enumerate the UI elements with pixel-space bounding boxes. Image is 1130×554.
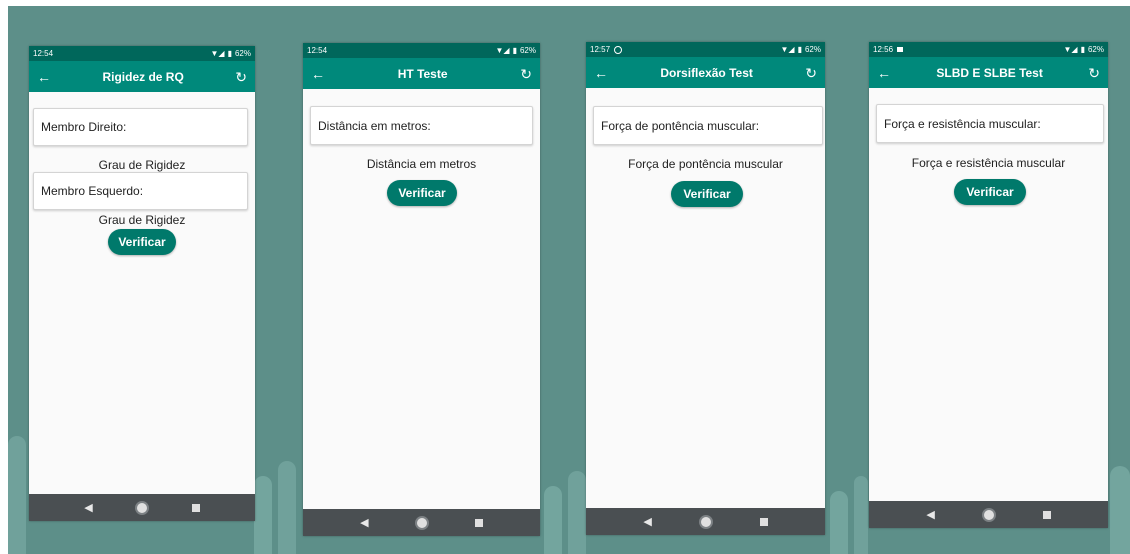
membro-direito-field[interactable]: Membro Direito: [33, 108, 248, 146]
slide-background: 12:54 ▼◢ ▮ 62% ← Rigidez de RQ ↻ Membro … [8, 6, 1130, 554]
back-triangle-icon[interactable]: ◀ [926, 508, 934, 521]
screen-title: SLBD E SLBE Test [936, 65, 1043, 80]
bg-decoration [568, 471, 586, 554]
signal-icon: ▼◢ [210, 49, 225, 58]
back-triangle-icon[interactable]: ◀ [84, 501, 92, 514]
bg-decoration [830, 491, 848, 554]
refresh-icon[interactable]: ↻ [235, 70, 247, 84]
status-bar: 12:54 ▼◢ ▮ 62% [29, 46, 255, 61]
signal-icon: ▼◢ [495, 46, 510, 55]
field-label: Distância em metros: [318, 118, 431, 133]
battery-percent: 62% [519, 46, 536, 55]
whatsapp-icon [614, 45, 623, 54]
phone-screen-3: 12:57 ▼◢ ▮ 62% ← Dorsiflexão Test ↻ Forç… [586, 42, 825, 535]
bg-decoration [278, 461, 296, 554]
signal-icon: ▼◢ [780, 45, 795, 54]
android-nav-bar: ◀ [29, 494, 255, 521]
verificar-button[interactable]: Verificar [954, 179, 1026, 205]
home-circle-icon[interactable] [414, 515, 429, 530]
bg-decoration [544, 486, 562, 554]
screen-title: HT Teste [397, 66, 448, 81]
field-label: Força e resistência muscular: [884, 116, 1041, 131]
status-time: 12:56 [873, 45, 894, 54]
field-caption: Força e resistência muscular [911, 156, 1066, 170]
verificar-button[interactable]: Verificar [387, 180, 457, 206]
status-bar: 12:57 ▼◢ ▮ 62% [586, 42, 825, 57]
home-circle-icon[interactable] [135, 500, 150, 515]
recents-square-icon[interactable] [191, 503, 200, 512]
refresh-icon[interactable]: ↻ [805, 66, 817, 80]
verificar-button[interactable]: Verificar [108, 229, 176, 255]
refresh-icon[interactable]: ↻ [520, 67, 532, 81]
forca-resistencia-field[interactable]: Força e resistência muscular: [876, 104, 1104, 143]
battery-percent: 62% [804, 45, 821, 54]
back-triangle-icon[interactable]: ◀ [643, 515, 651, 528]
recents-square-icon[interactable] [474, 518, 483, 527]
screen-title: Rigidez de RQ [102, 69, 184, 84]
battery-icon: ▮ [1080, 45, 1085, 54]
app-bar: ← HT Teste ↻ [303, 58, 540, 89]
forca-potencia-field[interactable]: Força de pontência muscular: [593, 106, 823, 145]
battery-percent: 62% [1087, 45, 1104, 54]
battery-percent: 62% [234, 49, 251, 58]
status-time: 12:54 [307, 46, 328, 55]
arrow-left-icon[interactable]: ← [311, 67, 325, 81]
home-circle-icon[interactable] [698, 514, 713, 529]
home-circle-icon[interactable] [981, 507, 996, 522]
refresh-icon[interactable]: ↻ [1088, 66, 1100, 80]
screen-title: Dorsiflexão Test [660, 65, 753, 80]
battery-icon: ▮ [512, 46, 517, 55]
arrow-left-icon[interactable]: ← [594, 66, 608, 80]
app-bar: ← SLBD E SLBE Test ↻ [869, 57, 1108, 88]
back-triangle-icon[interactable]: ◀ [360, 516, 368, 529]
bg-decoration [854, 476, 868, 554]
field-caption: Grau de Rigidez [98, 158, 186, 172]
signal-icon: ▼◢ [1063, 45, 1078, 54]
battery-icon: ▮ [797, 45, 802, 54]
distancia-field[interactable]: Distância em metros: [310, 106, 533, 145]
bg-decoration [8, 436, 26, 554]
recents-square-icon[interactable] [1042, 510, 1051, 519]
status-time: 12:54 [33, 49, 54, 58]
field-label: Membro Esquerdo: [41, 184, 144, 198]
status-bar: 12:56 ▼◢ ▮ 62% [869, 42, 1108, 57]
android-nav-bar: ◀ [586, 508, 825, 535]
phone-screen-1: 12:54 ▼◢ ▮ 62% ← Rigidez de RQ ↻ Membro … [29, 46, 255, 521]
phone-screen-4: 12:56 ▼◢ ▮ 62% ← SLBD E SLBE Test ↻ Forç… [869, 42, 1108, 528]
phone-screen-2: 12:54 ▼◢ ▮ 62% ← HT Teste ↻ Distância em… [303, 43, 540, 536]
image-icon [897, 47, 904, 52]
arrow-left-icon[interactable]: ← [877, 66, 891, 80]
status-time: 12:57 [590, 45, 611, 54]
field-label: Membro Direito: [41, 120, 127, 134]
recents-square-icon[interactable] [759, 517, 768, 526]
bg-decoration [254, 476, 272, 554]
field-caption: Distância em metros [366, 157, 477, 171]
android-nav-bar: ◀ [303, 509, 540, 536]
verificar-button[interactable]: Verificar [671, 181, 743, 207]
field-caption: Força de pontência muscular [628, 157, 783, 171]
android-nav-bar: ◀ [869, 501, 1108, 528]
bg-decoration [1110, 466, 1130, 554]
membro-esquerdo-field[interactable]: Membro Esquerdo: [33, 172, 248, 210]
field-caption: Grau de Rigidez [98, 213, 186, 227]
arrow-left-icon[interactable]: ← [37, 70, 51, 84]
battery-icon: ▮ [227, 49, 232, 58]
status-bar: 12:54 ▼◢ ▮ 62% [303, 43, 540, 58]
app-bar: ← Rigidez de RQ ↻ [29, 61, 255, 92]
field-label: Força de pontência muscular: [601, 118, 760, 133]
app-bar: ← Dorsiflexão Test ↻ [586, 57, 825, 88]
